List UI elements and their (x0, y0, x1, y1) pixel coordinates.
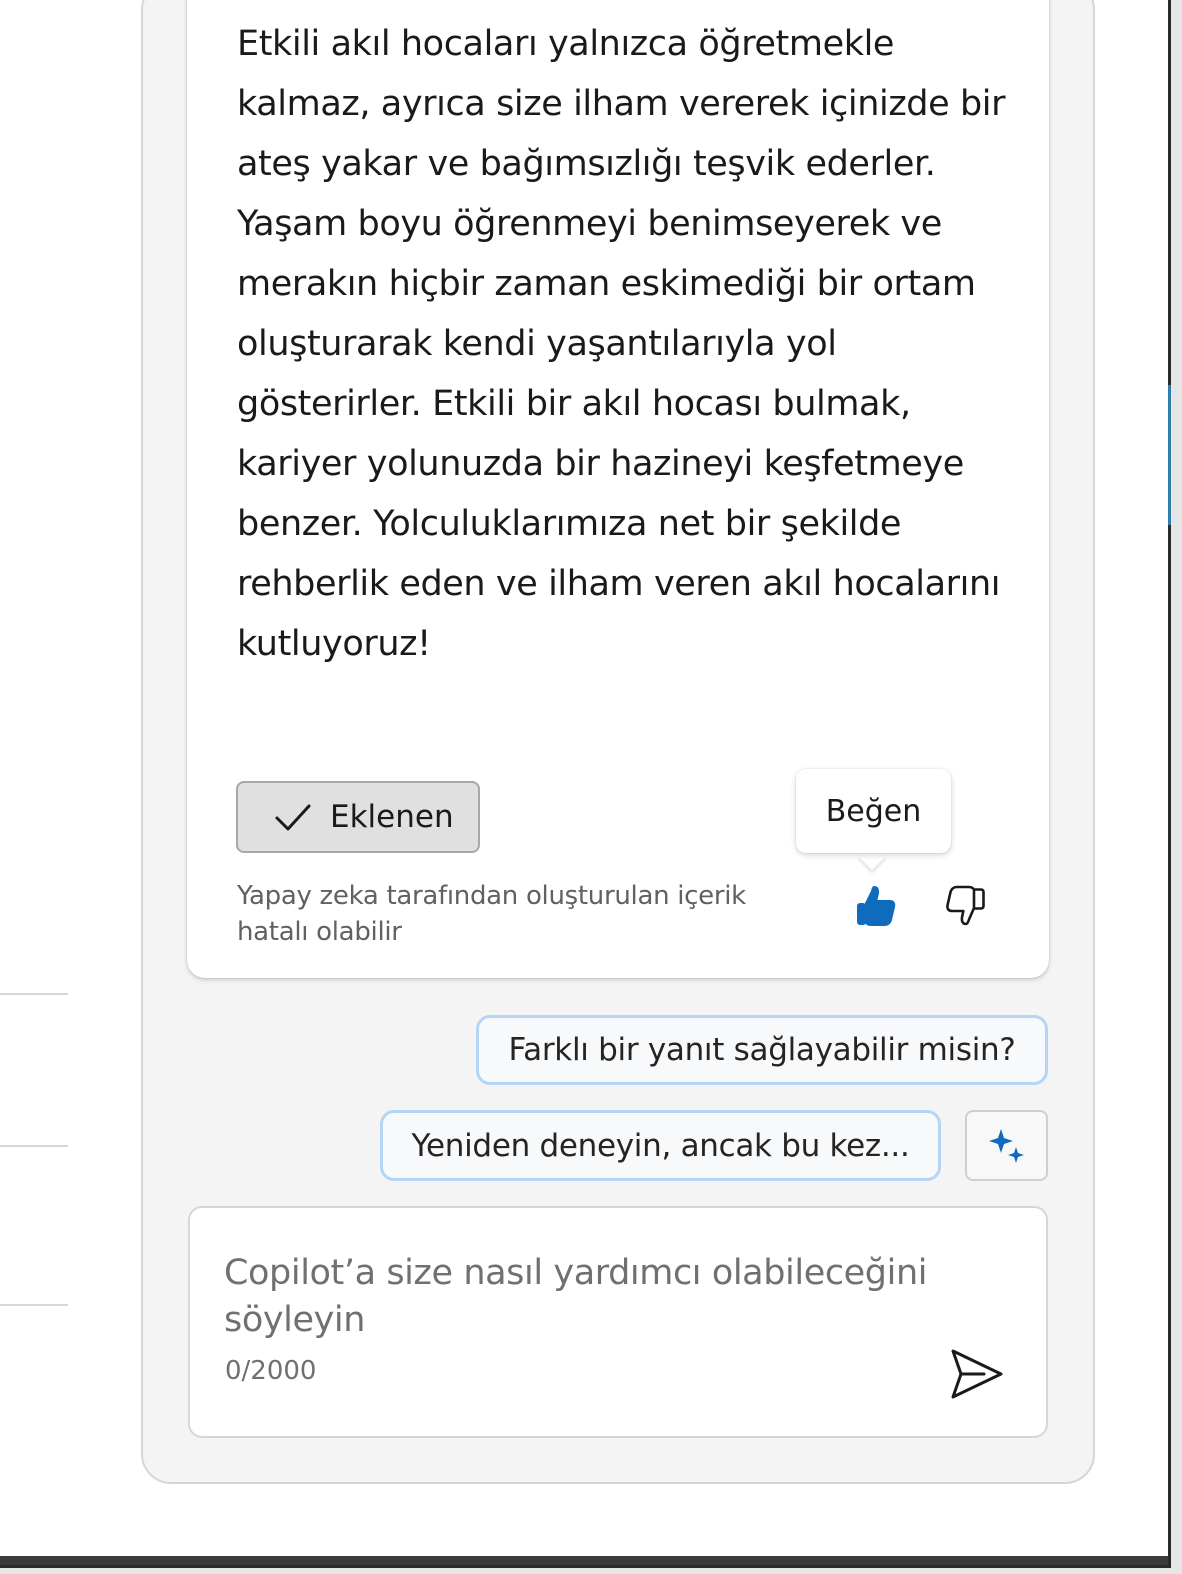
thumbs-up-icon[interactable] (852, 882, 900, 930)
suggestion-chip[interactable]: Farklı bir yanıt sağlayabilir misin? (476, 1015, 1048, 1085)
suggestion-chip[interactable]: Yeniden deneyin, ancak bu kez... (380, 1110, 941, 1181)
ai-disclaimer: Yapay zeka tarafından oluşturulan içerik… (237, 881, 746, 947)
background-divider (0, 1304, 68, 1306)
prompt-ideas-button[interactable] (965, 1110, 1048, 1181)
added-button[interactable]: Eklenen (236, 781, 480, 853)
window-shadow (1171, 0, 1182, 1574)
like-tooltip: Beğen (796, 769, 951, 853)
chat-input[interactable] (224, 1250, 964, 1346)
response-text: Etkili akıl hocaları yalnızca öğretmekle… (237, 24, 1006, 664)
background-divider (0, 1145, 68, 1147)
send-icon[interactable] (946, 1346, 1006, 1402)
window-border (1168, 0, 1171, 1568)
sparkle-icon (988, 1128, 1024, 1163)
character-counter: 0/2000 (225, 1356, 317, 1386)
thumbs-down-icon[interactable] (942, 882, 988, 928)
background-accent (1168, 385, 1171, 525)
window-shadow (0, 1568, 1182, 1574)
taskbar-strip (0, 1556, 1168, 1565)
added-button-label: Eklenen (330, 799, 454, 835)
background-divider (0, 993, 68, 995)
checkmark-icon (275, 804, 311, 831)
window-border (0, 1565, 1171, 1568)
